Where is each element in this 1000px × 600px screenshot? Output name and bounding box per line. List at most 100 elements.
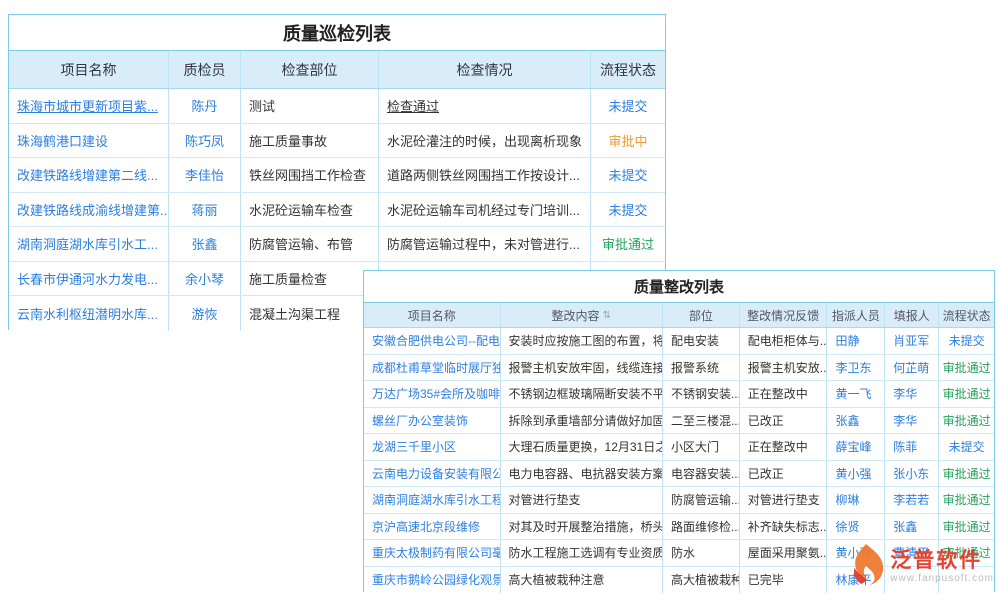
rectify-content: 防水工程施工选调有专业资质...	[501, 540, 663, 566]
part: 二至三楼混...	[663, 408, 740, 434]
inspector-name[interactable]: 蒋丽	[169, 193, 241, 227]
table-row[interactable]: 螺丝厂办公室装饰 拆除到承重墙部分请做好加固... 二至三楼混... 已改正 张…	[364, 408, 994, 435]
project-link[interactable]: 珠海鹤港口建设	[9, 124, 169, 158]
status-badge[interactable]: 未提交	[591, 193, 665, 227]
part: 路面维修检...	[663, 514, 740, 540]
project-link[interactable]: 京沪高速北京段维修	[364, 514, 501, 540]
col-flow-status: 流程状态	[939, 303, 994, 327]
project-link[interactable]: 湖南洞庭湖水库引水工程施工1标	[364, 487, 501, 513]
part: 防水	[663, 540, 740, 566]
col-part: 部位	[663, 303, 740, 327]
assignee-name[interactable]: 柳琳	[827, 487, 885, 513]
col-feedback: 整改情况反馈	[740, 303, 828, 327]
project-link[interactable]: 成都杜甫草堂临时展厅独立展...	[364, 355, 501, 381]
table-row[interactable]: 珠海鹤港口建设 陈巧凤 施工质量事故 水泥砼灌注的时候，出现离析现象 审批中	[9, 124, 665, 159]
project-link[interactable]: 云南电力设备安装有限公司20...	[364, 461, 501, 487]
table-row[interactable]: 云南电力设备安装有限公司20... 电力电容器、电抗器安装方案... 电容器安装…	[364, 461, 994, 488]
table-row[interactable]: 改建铁路线增建第二线... 李佳怡 铁丝网围挡工作检查 道路两侧铁丝网围挡工作按…	[9, 158, 665, 193]
reporter-name[interactable]: 李华	[885, 381, 939, 407]
feedback: 补齐缺失标志...	[740, 514, 828, 540]
status-badge[interactable]: 未提交	[939, 434, 994, 460]
inspect-situation: 道路两侧铁丝网围挡工作按设计...	[379, 158, 591, 192]
project-link[interactable]: 重庆太极制药有限公司毫州中...	[364, 540, 501, 566]
project-link[interactable]: 重庆市鹅岭公园绿化观景提升...	[364, 567, 501, 594]
reporter-name[interactable]: 张小东	[885, 461, 939, 487]
status-badge[interactable]: 审批通过	[939, 514, 994, 540]
table-row[interactable]: 万达广场35#会所及咖啡厅空... 不锈钢边框玻璃隔断安装不平... 不锈钢安装…	[364, 381, 994, 408]
reporter-name[interactable]: 肖亚军	[885, 328, 939, 354]
status-badge[interactable]: 未提交	[591, 89, 665, 123]
inspector-name[interactable]: 陈巧凤	[169, 124, 241, 158]
feedback: 已完毕	[740, 567, 828, 594]
watermark-url: www.fanpusoft.com	[890, 573, 994, 584]
status-badge[interactable]: 审批通过	[939, 461, 994, 487]
assignee-name[interactable]: 李卫东	[827, 355, 885, 381]
sort-icon[interactable]: ⇅	[603, 310, 611, 321]
feedback: 正在整改中	[740, 434, 828, 460]
project-link[interactable]: 螺丝厂办公室装饰	[364, 408, 501, 434]
rectify-content: 大理石质量更换，12月31日之...	[501, 434, 663, 460]
table-row[interactable]: 改建铁路线成渝线增建第... 蒋丽 水泥砼运输车检查 水泥砼运输车司机经过专门培…	[9, 193, 665, 228]
assignee-name[interactable]: 薛宝峰	[827, 434, 885, 460]
status-badge[interactable]: 审批中	[591, 124, 665, 158]
rectify-content: 对其及时开展整治措施，桥头...	[501, 514, 663, 540]
inspector-name[interactable]: 余小琴	[169, 262, 241, 296]
part: 报警系统	[663, 355, 740, 381]
assignee-name[interactable]: 张鑫	[827, 408, 885, 434]
status-badge[interactable]: 审批通过	[939, 381, 994, 407]
col-project-name: 项目名称	[9, 51, 169, 88]
table-row[interactable]: 京沪高速北京段维修 对其及时开展整治措施，桥头... 路面维修检... 补齐缺失…	[364, 514, 994, 541]
status-badge[interactable]: 未提交	[939, 328, 994, 354]
inspect-situation: 防腐管运输过程中，未对管进行...	[379, 227, 591, 261]
project-link[interactable]: 安徽合肥供电公司--配电设备...	[364, 328, 501, 354]
status-badge[interactable]: 审批通过	[939, 487, 994, 513]
rectify-content: 电力电容器、电抗器安装方案...	[501, 461, 663, 487]
reporter-name[interactable]: 李若若	[885, 487, 939, 513]
rectify-content: 拆除到承重墙部分请做好加固...	[501, 408, 663, 434]
project-link[interactable]: 珠海市城市更新项目紫...	[9, 89, 169, 123]
status-badge[interactable]: 审批通过	[591, 227, 665, 261]
feedback: 正在整改中	[740, 381, 828, 407]
table-row[interactable]: 珠海市城市更新项目紫... 陈丹 测试 检查通过 未提交	[9, 89, 665, 124]
status-badge[interactable]: 审批通过	[939, 408, 994, 434]
project-link[interactable]: 改建铁路线成渝线增建第...	[9, 193, 169, 227]
part: 电容器安装...	[663, 461, 740, 487]
feedback: 报警主机安放...	[740, 355, 828, 381]
project-link[interactable]: 湖南洞庭湖水库引水工...	[9, 227, 169, 261]
assignee-name[interactable]: 黄小强	[827, 461, 885, 487]
assignee-name[interactable]: 黄一飞	[827, 381, 885, 407]
project-link[interactable]: 长春市伊通河水力发电...	[9, 262, 169, 296]
status-badge[interactable]: 未提交	[591, 158, 665, 192]
rectification-list-title: 质量整改列表	[364, 271, 994, 303]
project-link[interactable]: 改建铁路线增建第二线...	[9, 158, 169, 192]
col-reporter: 填报人	[885, 303, 939, 327]
rectify-content: 不锈钢边框玻璃隔断安装不平...	[501, 381, 663, 407]
col-flow-status: 流程状态	[591, 51, 665, 88]
reporter-name[interactable]: 陈菲	[885, 434, 939, 460]
rectify-content: 报警主机安放牢固，线缆连接...	[501, 355, 663, 381]
project-link[interactable]: 云南水利枢纽潜明水库...	[9, 296, 169, 331]
inspect-part: 施工质量事故	[241, 124, 379, 158]
inspect-situation: 水泥砼运输车司机经过专门培训...	[379, 193, 591, 227]
assignee-name[interactable]: 田静	[827, 328, 885, 354]
inspector-name[interactable]: 游恢	[169, 296, 241, 331]
table-row[interactable]: 成都杜甫草堂临时展厅独立展... 报警主机安放牢固，线缆连接... 报警系统 报…	[364, 355, 994, 382]
rectify-content: 高大植被栽种注意	[501, 567, 663, 594]
table-row[interactable]: 湖南洞庭湖水库引水工程施工1标 对管进行垫支 防腐管运输... 对管进行垫支 柳…	[364, 487, 994, 514]
inspection-header-row: 项目名称 质检员 检查部位 检查情况 流程状态	[9, 51, 665, 89]
table-row[interactable]: 龙湖三千里小区 大理石质量更换，12月31日之... 小区大门 正在整改中 薛宝…	[364, 434, 994, 461]
assignee-name[interactable]: 徐贤	[827, 514, 885, 540]
project-link[interactable]: 龙湖三千里小区	[364, 434, 501, 460]
inspector-name[interactable]: 陈丹	[169, 89, 241, 123]
inspect-part: 防腐管运输、布管	[241, 227, 379, 261]
reporter-name[interactable]: 张鑫	[885, 514, 939, 540]
inspector-name[interactable]: 张鑫	[169, 227, 241, 261]
reporter-name[interactable]: 何芷萌	[885, 355, 939, 381]
table-row[interactable]: 湖南洞庭湖水库引水工... 张鑫 防腐管运输、布管 防腐管运输过程中，未对管进行…	[9, 227, 665, 262]
status-badge[interactable]: 审批通过	[939, 355, 994, 381]
table-row[interactable]: 安徽合肥供电公司--配电设备... 安装时应按施工图的布置，将... 配电安装 …	[364, 328, 994, 355]
reporter-name[interactable]: 李华	[885, 408, 939, 434]
project-link[interactable]: 万达广场35#会所及咖啡厅空...	[364, 381, 501, 407]
inspector-name[interactable]: 李佳怡	[169, 158, 241, 192]
inspect-part: 测试	[241, 89, 379, 123]
